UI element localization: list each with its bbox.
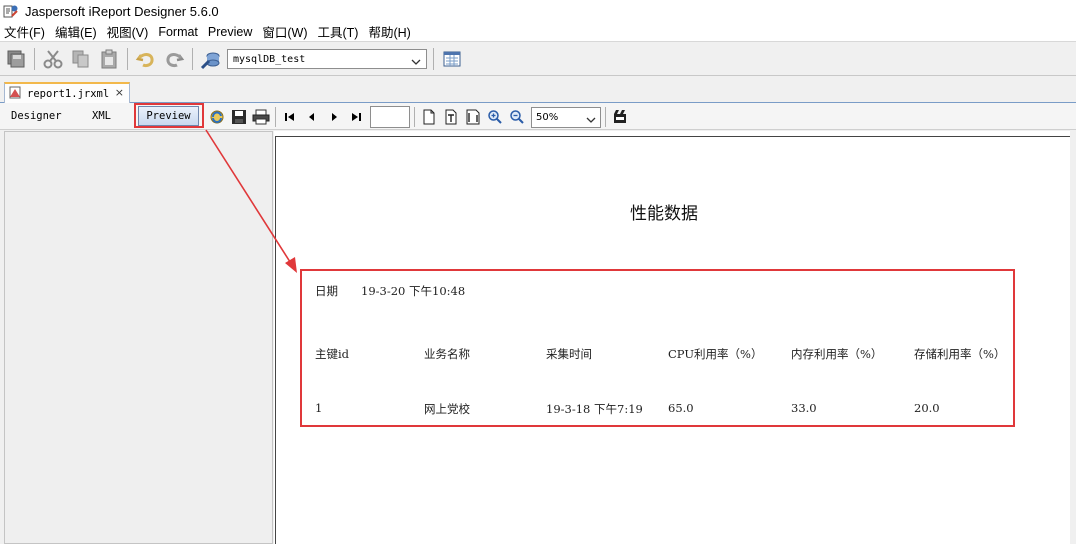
toolbar-separator bbox=[192, 48, 193, 70]
zoom-out-icon[interactable] bbox=[507, 107, 527, 127]
menu-edit[interactable]: 编辑(E) bbox=[51, 22, 101, 41]
left-panel bbox=[4, 131, 273, 544]
toolbar-separator bbox=[34, 48, 35, 70]
print-icon[interactable] bbox=[251, 107, 271, 127]
preview-tools: 50% bbox=[207, 106, 632, 128]
query-icon[interactable] bbox=[440, 47, 464, 71]
menu-window[interactable]: 窗口(W) bbox=[258, 22, 311, 41]
paste-icon[interactable] bbox=[97, 47, 121, 71]
chevron-down-icon bbox=[411, 50, 421, 69]
main-toolbar: mysqlDB_test bbox=[0, 43, 1076, 76]
menu-view[interactable]: 视图(V) bbox=[103, 22, 153, 41]
report-highlight-box bbox=[300, 269, 1015, 427]
next-page-icon[interactable] bbox=[324, 107, 344, 127]
save-all-icon[interactable] bbox=[4, 47, 28, 71]
redo-icon[interactable] bbox=[162, 47, 186, 71]
close-tab-icon[interactable]: × bbox=[115, 86, 124, 99]
undo-icon[interactable] bbox=[134, 47, 158, 71]
fit-width-icon[interactable] bbox=[463, 107, 483, 127]
copy-icon[interactable] bbox=[69, 47, 93, 71]
toolbar-separator bbox=[605, 107, 606, 127]
window-title: Jaspersoft iReport Designer 5.6.0 bbox=[25, 3, 219, 19]
tab-label: report1.jrxml bbox=[27, 87, 110, 100]
ireport-window: Jaspersoft iReport Designer 5.6.0 文件(F) … bbox=[0, 0, 1076, 544]
toolbar-separator bbox=[414, 107, 415, 127]
toolbar-separator bbox=[127, 48, 128, 70]
toolbar-separator bbox=[433, 48, 434, 70]
menu-help[interactable]: 帮助(H) bbox=[364, 22, 414, 41]
chevron-down-icon bbox=[586, 108, 596, 127]
title-bar: Jaspersoft iReport Designer 5.6.0 bbox=[0, 0, 1076, 22]
zoom-in-icon[interactable] bbox=[485, 107, 505, 127]
previous-page-icon[interactable] bbox=[302, 107, 322, 127]
zoom-value: 50% bbox=[536, 111, 559, 123]
menu-format[interactable]: Format bbox=[154, 25, 202, 39]
menu-tools[interactable]: 工具(T) bbox=[314, 22, 363, 41]
app-logo-icon bbox=[3, 3, 19, 19]
datasource-value: mysqlDB_test bbox=[233, 53, 306, 65]
zoom-select[interactable]: 50% bbox=[531, 106, 601, 128]
datasource-select[interactable]: mysqlDB_test bbox=[227, 49, 427, 69]
tab-report1[interactable]: report1.jrxml × bbox=[4, 82, 130, 103]
document-tab-strip: report1.jrxml × bbox=[0, 77, 1076, 103]
cut-icon[interactable] bbox=[41, 47, 65, 71]
fit-page-icon[interactable] bbox=[441, 107, 461, 127]
toolbar-separator bbox=[275, 107, 276, 127]
menu-bar: 文件(F) 编辑(E) 视图(V) Format Preview 窗口(W) 工… bbox=[0, 22, 1076, 42]
report-title: 性能数据 bbox=[630, 204, 698, 224]
actual-size-icon[interactable] bbox=[419, 107, 439, 127]
datasource-icon[interactable] bbox=[199, 47, 223, 71]
save-icon[interactable] bbox=[229, 107, 249, 127]
menu-preview[interactable]: Preview bbox=[204, 25, 256, 39]
report-file-icon bbox=[9, 84, 23, 103]
last-page-icon[interactable] bbox=[346, 107, 366, 127]
preview-highlight-box bbox=[134, 103, 204, 128]
tab-xml[interactable]: XML bbox=[92, 110, 111, 122]
export-icon[interactable] bbox=[610, 107, 630, 127]
tab-designer[interactable]: Designer bbox=[11, 110, 62, 122]
scrollbar-track[interactable] bbox=[1070, 131, 1076, 544]
first-page-icon[interactable] bbox=[280, 107, 300, 127]
page-number-input[interactable] bbox=[370, 106, 410, 128]
menu-file[interactable]: 文件(F) bbox=[0, 22, 49, 41]
reload-icon[interactable] bbox=[207, 107, 227, 127]
